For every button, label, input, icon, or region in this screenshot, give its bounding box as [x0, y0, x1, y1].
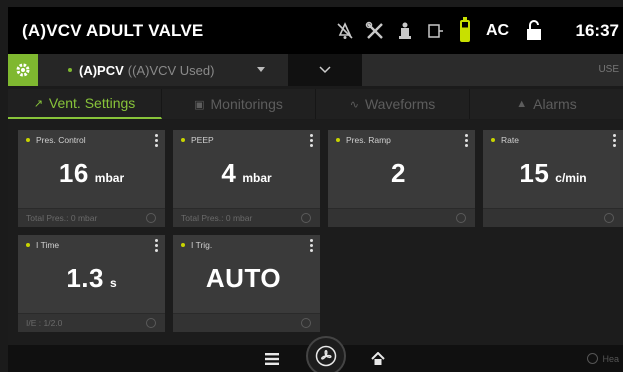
tile-footer: I/E : 1/2.0: [26, 318, 63, 328]
home-icon: [371, 351, 385, 365]
user-label: USE: [598, 64, 619, 75]
status-icons: AC: [330, 7, 549, 54]
setting-tile-pres-control[interactable]: Pres. Control 16 mbar Total Pres.: 0 mbar: [18, 130, 165, 227]
ventilation-icon: ↗: [33, 97, 43, 110]
clock: 16:37: [575, 20, 619, 40]
tab-alarms[interactable]: ▲ Alarms: [470, 89, 623, 119]
setting-tile-rate[interactable]: Rate 15 c/min: [483, 130, 623, 227]
tile-value: 15: [519, 158, 550, 188]
tab-label: Monitorings: [210, 96, 283, 112]
more-options-icon[interactable]: [464, 134, 468, 147]
tile-label: Rate: [501, 135, 519, 145]
status-bar: (A)VCV ADULT VALVE AC 16:37: [8, 7, 623, 54]
main-tabs: ↗ Vent. Settings ▣ Monitorings ∿ Wavefor…: [8, 89, 623, 119]
setting-tile-i-trig[interactable]: I Trig. AUTO: [173, 235, 320, 332]
bell-icon: ▲: [516, 98, 528, 110]
tile-value: 16: [58, 158, 89, 188]
tile-unit: mbar: [242, 171, 272, 185]
more-options-icon[interactable]: [612, 134, 616, 147]
more-options-icon[interactable]: [154, 239, 158, 252]
menu-button[interactable]: [260, 345, 284, 372]
patient-mode-title: (A)VCV ADULT VALVE: [22, 20, 204, 40]
tab-label: Vent. Settings: [48, 95, 136, 111]
setting-tile-peep[interactable]: PEEP 4 mbar Total Pres.: 0 mbar: [173, 130, 320, 227]
monitor-icon: ▣: [194, 98, 205, 111]
tile-label: I Time: [36, 240, 60, 250]
user-area[interactable]: USE: [362, 54, 623, 86]
more-options-icon[interactable]: [154, 134, 158, 147]
current-mode: (A)PCV: [79, 62, 124, 78]
tab-monitorings[interactable]: ▣ Monitorings: [162, 89, 316, 119]
expand-button[interactable]: [288, 54, 362, 86]
info-icon: [146, 318, 156, 328]
clock-icon: [587, 353, 599, 364]
fan-button[interactable]: [306, 336, 346, 372]
tools-icon[interactable]: [360, 16, 390, 46]
pause-alarm-area[interactable]: Hea: [587, 345, 623, 372]
menu-icon: [265, 352, 279, 365]
unlock-icon[interactable]: [519, 16, 549, 46]
tile-label: I Trig.: [191, 240, 213, 250]
home-button[interactable]: [366, 345, 390, 372]
tile-value: 1.3: [66, 263, 104, 293]
info-icon: [146, 213, 156, 223]
more-options-icon[interactable]: [309, 239, 313, 252]
tile-footer: Total Pres.: 0 mbar: [26, 213, 98, 223]
info-icon: [301, 213, 311, 223]
chevron-down-icon: [319, 66, 331, 74]
ventilation-mode-selector[interactable]: (A)PCV ((A)VCV Used): [42, 54, 288, 86]
tile-footer: Total Pres.: 0 mbar: [181, 213, 253, 223]
tile-label: PEEP: [191, 135, 214, 145]
settings-panel: Pres. Control 16 mbar Total Pres.: 0 mbar…: [8, 120, 623, 345]
info-icon: [456, 213, 466, 223]
fan-icon: [315, 345, 337, 367]
mode-indicator-dot: [68, 68, 72, 72]
tile-value: AUTO: [205, 263, 282, 293]
alarm-off-icon[interactable]: [330, 16, 360, 46]
info-icon: [604, 213, 614, 223]
used-mode: ((A)VCV Used): [127, 62, 215, 78]
tile-unit: mbar: [94, 171, 125, 185]
waveform-icon: ∿: [349, 98, 359, 111]
info-icon: [301, 318, 311, 328]
chevron-down-icon: [257, 67, 265, 72]
battery-icon: [450, 16, 480, 46]
tile-value: 4: [221, 158, 237, 188]
tile-unit: c/min: [555, 171, 587, 185]
tile-label: Pres. Control: [36, 135, 86, 145]
tab-label: Alarms: [533, 96, 577, 112]
patient-icon[interactable]: [390, 16, 420, 46]
tile-unit: s: [109, 276, 117, 290]
gear-icon: [16, 63, 30, 77]
tab-waveforms[interactable]: ∿ Waveforms: [316, 89, 470, 119]
setting-tile-i-time[interactable]: I Time 1.3 s I/E : 1/2.0: [18, 235, 165, 332]
pause-label: Hea: [602, 353, 619, 364]
setting-tile-pres-ramp[interactable]: Pres. Ramp 2: [328, 130, 475, 227]
tab-label: Waveforms: [364, 96, 436, 112]
tile-label: Pres. Ramp: [346, 135, 391, 145]
settings-button[interactable]: [8, 54, 38, 86]
tab-vent-settings[interactable]: ↗ Vent. Settings: [8, 89, 162, 119]
power-source-label: AC: [486, 21, 510, 39]
more-options-icon[interactable]: [309, 134, 313, 147]
bottom-nav-bar: Hea: [8, 336, 623, 372]
mode-bar: (A)PCV ((A)VCV Used) USE: [8, 54, 623, 86]
bed-icon[interactable]: [420, 16, 450, 46]
tile-value: 2: [391, 158, 406, 188]
